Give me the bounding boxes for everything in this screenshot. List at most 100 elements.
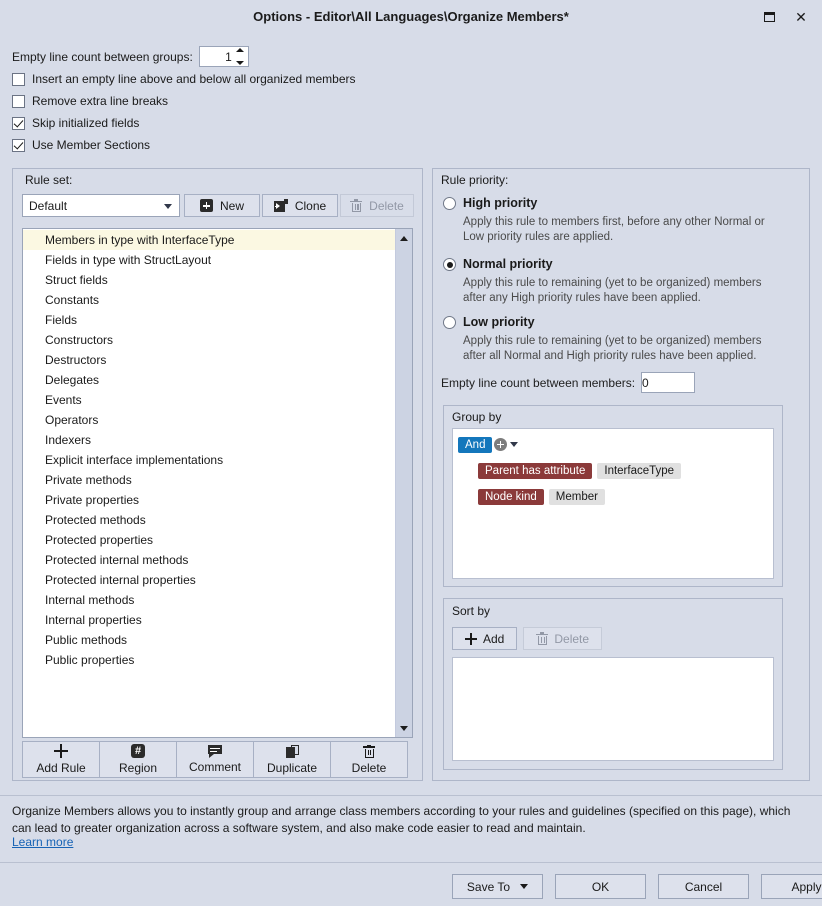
sort-by-add-button[interactable]: Add	[452, 627, 518, 650]
comment-icon	[208, 745, 222, 758]
rule-list-item[interactable]: Private methods	[23, 470, 395, 490]
checkbox-label: Skip initialized fields	[32, 116, 140, 130]
sort-by-add-label: Add	[483, 631, 505, 646]
rule-list-item[interactable]: Delegates	[23, 370, 395, 390]
hash-icon: #	[131, 744, 145, 758]
rule-list[interactable]: Members in type with InterfaceType Fields…	[22, 228, 413, 738]
delete-rule-set-button[interactable]: Delete	[340, 194, 414, 217]
rule-list-scrollbar[interactable]	[395, 229, 412, 737]
duplicate-button[interactable]: Duplicate	[253, 741, 331, 778]
checkbox-remove-extra-line-breaks[interactable]: Remove extra line breaks	[12, 90, 432, 112]
radio-high-priority[interactable]: High priority	[443, 196, 537, 210]
rule-list-item[interactable]: Explicit interface implementations	[23, 450, 395, 470]
restore-button[interactable]	[756, 6, 782, 28]
rule-list-item[interactable]: Constants	[23, 290, 395, 310]
condition-key-chip[interactable]: Parent has attribute	[478, 463, 593, 479]
sort-by-canvas[interactable]	[452, 657, 774, 761]
radio-button[interactable]	[443, 258, 456, 271]
radio-low-priority[interactable]: Low priority	[443, 315, 535, 329]
group-by-condition-row[interactable]: Parent has attribute InterfaceType	[478, 463, 682, 479]
rule-list-item[interactable]: Protected properties	[23, 530, 395, 550]
rule-list-item[interactable]: Public methods	[23, 630, 395, 650]
stepper-up-icon[interactable]	[235, 48, 244, 52]
ok-button[interactable]: OK	[555, 874, 646, 899]
new-rule-set-button[interactable]: New	[184, 194, 260, 217]
rule-list-item[interactable]: Struct fields	[23, 270, 395, 290]
rule-set-select[interactable]: Default	[22, 194, 180, 217]
cancel-label: Cancel	[684, 879, 723, 894]
rule-list-item[interactable]: Constructors	[23, 330, 395, 350]
checkbox-use-member-sections[interactable]: Use Member Sections	[12, 134, 432, 156]
empty-line-groups-row: Empty line count between groups: 1	[12, 46, 432, 67]
checkbox-box[interactable]	[12, 94, 25, 108]
checkbox-box[interactable]	[12, 138, 25, 152]
cancel-button[interactable]: Cancel	[658, 874, 749, 899]
empty-line-groups-stepper[interactable]: 1	[198, 46, 249, 67]
region-button[interactable]: # Region	[99, 741, 177, 778]
rule-list-item[interactable]: Public properties	[23, 650, 395, 670]
rule-list-item[interactable]: Fields	[23, 310, 395, 330]
rule-list-body: Members in type with InterfaceType Fields…	[23, 229, 395, 737]
footer-buttons: Save To OK Cancel Apply	[452, 874, 822, 899]
delete-button-label: Delete	[369, 198, 404, 213]
checkbox-box[interactable]	[12, 116, 25, 130]
rule-list-item[interactable]: Fields in type with StructLayout	[23, 250, 395, 270]
normal-priority-description: Apply this rule to remaining (yet to be …	[463, 277, 762, 304]
new-button-label: New	[219, 198, 244, 213]
rule-list-item[interactable]: Internal methods	[23, 590, 395, 610]
rule-list-item[interactable]: Indexers	[23, 430, 395, 450]
title-bar: Options - Editor\All Languages\Organize …	[0, 0, 822, 34]
comment-button[interactable]: Comment	[176, 741, 254, 778]
group-by-operator-chip[interactable]: And	[458, 437, 493, 453]
plus-box-icon	[199, 199, 213, 212]
rule-set-label: Rule set:	[22, 173, 76, 187]
radio-button[interactable]	[443, 197, 456, 210]
rule-list-item[interactable]: Internal properties	[23, 610, 395, 630]
low-priority-description: Apply this rule to remaining (yet to be …	[463, 335, 762, 362]
scroll-up-icon[interactable]	[396, 230, 412, 246]
rule-list-item[interactable]: Protected methods	[23, 510, 395, 530]
chevron-down-icon	[520, 884, 529, 889]
rule-list-item[interactable]: Protected internal methods	[23, 550, 395, 570]
sort-by-delete-button[interactable]: Delete	[523, 627, 603, 650]
radio-label: Low priority	[463, 315, 535, 329]
checkbox-label: Use Member Sections	[32, 138, 151, 152]
stepper-arrows[interactable]	[235, 48, 245, 65]
learn-more-link[interactable]: Learn more	[12, 835, 73, 849]
empty-line-members-stepper[interactable]: 0	[641, 372, 695, 393]
group-by-condition-row[interactable]: Node kind Member	[478, 489, 605, 505]
radio-normal-priority[interactable]: Normal priority	[443, 257, 553, 271]
plus-icon	[465, 632, 477, 645]
empty-line-members-label: Empty line count between members:	[441, 376, 636, 390]
options-dialog: Options - Editor\All Languages\Organize …	[0, 0, 822, 906]
group-by-title: Group by	[452, 410, 502, 424]
save-to-label: Save To	[466, 879, 511, 894]
apply-button[interactable]: Apply	[761, 874, 822, 899]
region-label: Region	[118, 761, 158, 775]
condition-value-chip[interactable]: Member	[548, 489, 605, 505]
radio-button[interactable]	[443, 316, 456, 329]
top-options: Empty line count between groups: 1 Inser…	[12, 46, 432, 156]
checkbox-skip-initialized-fields[interactable]: Skip initialized fields	[12, 112, 432, 134]
rule-list-item[interactable]: Operators	[23, 410, 395, 430]
condition-value-chip[interactable]: InterfaceType	[597, 463, 682, 479]
group-by-add-button[interactable]	[494, 438, 518, 451]
ok-label: OK	[591, 879, 610, 894]
save-to-button[interactable]: Save To	[452, 874, 543, 899]
checkbox-box[interactable]	[12, 72, 25, 86]
sort-by-title: Sort by	[452, 604, 491, 618]
rule-list-item[interactable]: Destructors	[23, 350, 395, 370]
checkbox-insert-empty-line[interactable]: Insert an empty line above and below all…	[12, 68, 432, 90]
close-button[interactable]: ✕	[788, 6, 814, 28]
clone-rule-set-button[interactable]: Clone	[262, 194, 338, 217]
add-rule-button[interactable]: Add Rule	[22, 741, 100, 778]
rule-list-item[interactable]: Protected internal properties	[23, 570, 395, 590]
duplicate-label: Duplicate	[266, 760, 318, 775]
delete-rule-button[interactable]: Delete	[330, 741, 408, 778]
scroll-down-icon[interactable]	[396, 720, 412, 736]
rule-list-item[interactable]: Private properties	[23, 490, 395, 510]
rule-list-item[interactable]: Events	[23, 390, 395, 410]
condition-key-chip[interactable]: Node kind	[478, 489, 544, 505]
stepper-down-icon[interactable]	[235, 61, 244, 65]
rule-list-item[interactable]: Members in type with InterfaceType	[23, 230, 395, 250]
